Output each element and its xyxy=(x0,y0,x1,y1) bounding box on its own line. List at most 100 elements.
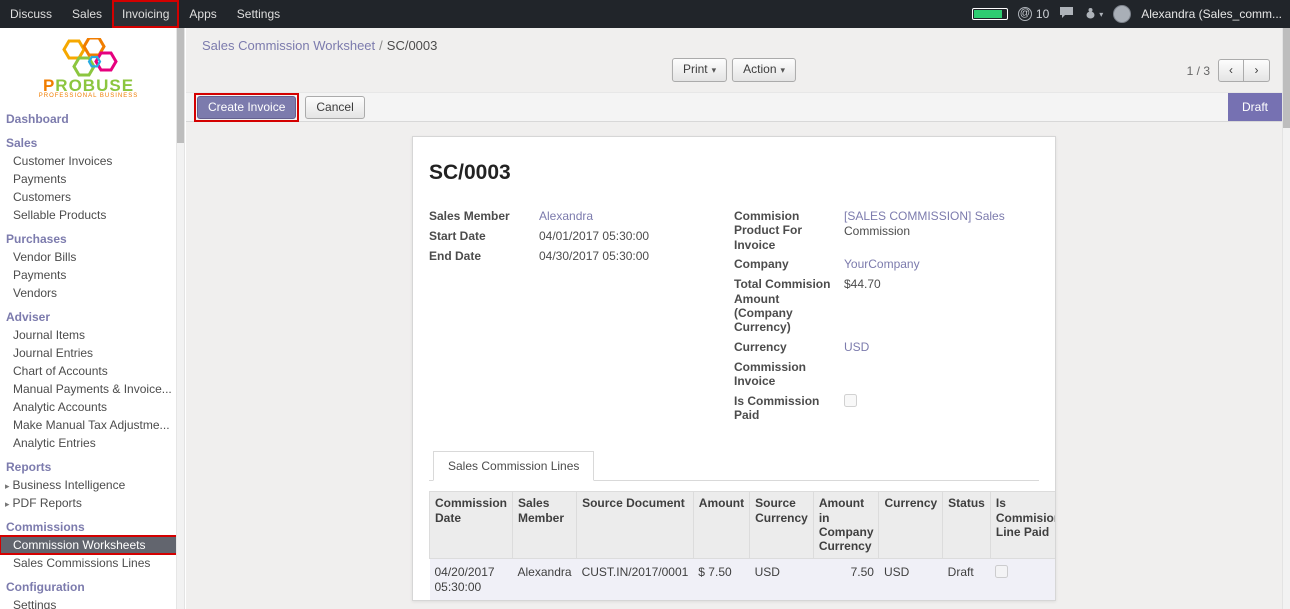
create-invoice-button[interactable]: Create Invoice xyxy=(197,96,296,119)
column-header-status[interactable]: Status xyxy=(943,492,991,559)
sidebar-header-sales[interactable]: Sales xyxy=(0,133,177,152)
sidebar-item-vendor-bills[interactable]: Vendor Bills xyxy=(0,248,177,266)
company-amount-cell: 7.50 xyxy=(813,558,879,601)
is-commission-paid-label: Is Commission Paid xyxy=(734,394,844,423)
sidebar-item-pdf-reports[interactable]: ▸PDF Reports xyxy=(0,494,177,512)
end-date-value: 04/30/2017 05:30:00 xyxy=(539,249,716,264)
column-header-company-amount[interactable]: Amount in Company Currency xyxy=(813,492,879,559)
sidebar-item-label: PDF Reports xyxy=(13,496,82,510)
sidebar-header-reports[interactable]: Reports xyxy=(0,457,177,476)
currency-link[interactable]: USD xyxy=(844,340,869,354)
debug-menu[interactable]: ▾ xyxy=(1084,7,1103,22)
sidebar-item-manual-payments[interactable]: Manual Payments & Invoice... xyxy=(0,380,177,398)
sidebar-item-customer-invoices[interactable]: Customer Invoices xyxy=(0,152,177,170)
start-date-label: Start Date xyxy=(429,229,539,243)
column-header-currency[interactable]: Currency xyxy=(879,492,943,559)
sidebar-item-commission-worksheets[interactable]: Commission Worksheets xyxy=(0,536,177,554)
tab-sales-commission-lines[interactable]: Sales Commission Lines xyxy=(433,451,594,481)
end-date-label: End Date xyxy=(429,249,539,263)
sidebar-item-journal-entries[interactable]: Journal Entries xyxy=(0,344,177,362)
sidebar-section-adviser: Adviser Journal Items Journal Entries Ch… xyxy=(0,307,177,452)
sidebar-item-purchase-payments[interactable]: Payments xyxy=(0,266,177,284)
sidebar-section-dashboard: Dashboard xyxy=(0,109,177,128)
column-header-commission-date[interactable]: Commission Date xyxy=(430,492,513,559)
pager-next-button[interactable]: › xyxy=(1244,59,1270,82)
column-header-source-document[interactable]: Source Document xyxy=(577,492,694,559)
source-document-cell: CUST.IN/2017/0001 xyxy=(577,558,694,601)
print-button[interactable]: Print ▾ xyxy=(672,58,727,82)
field-group: Sales Member Alexandra Start Date 04/01/… xyxy=(429,209,1039,427)
action-label: Action xyxy=(743,62,776,76)
pager-prev-button[interactable]: ‹ xyxy=(1218,59,1244,82)
form-sheet: SC/0003 Sales Member Alexandra Start Dat… xyxy=(412,136,1056,601)
activity-count: 10 xyxy=(1036,7,1049,21)
status-badge[interactable]: Draft xyxy=(1228,93,1282,121)
sidebar-header-dashboard[interactable]: Dashboard xyxy=(0,109,177,128)
column-header-sales-member[interactable]: Sales Member xyxy=(513,492,577,559)
commission-invoice-label: Commission Invoice xyxy=(734,360,844,389)
sidebar-item-analytic-entries[interactable]: Analytic Entries xyxy=(0,434,177,452)
sidebar-item-sellable-products[interactable]: Sellable Products xyxy=(0,206,177,224)
activity-menu[interactable]: @ 10 xyxy=(1018,7,1049,21)
commission-lines-table: Commission Date Sales Member Source Docu… xyxy=(429,491,1056,601)
probuse-logo: PROBUSE PROFESSIONAL BUSINESS xyxy=(0,28,177,104)
sales-member-cell: Alexandra xyxy=(513,558,577,601)
sidebar-item-manual-tax-adjustment[interactable]: Make Manual Tax Adjustme... xyxy=(0,416,177,434)
sidebar-scrollbar-thumb[interactable] xyxy=(177,28,184,143)
column-header-line-paid[interactable]: Is Commision Line Paid xyxy=(990,492,1056,559)
sidebar-item-sales-commissions-lines[interactable]: Sales Commissions Lines xyxy=(0,554,177,572)
cancel-button[interactable]: Cancel xyxy=(305,96,364,119)
sidebar-header-adviser[interactable]: Adviser xyxy=(0,307,177,326)
column-header-source-currency[interactable]: Source Currency xyxy=(750,492,814,559)
pager: 1 / 3 ‹ › xyxy=(1187,59,1270,82)
menu-settings[interactable]: Settings xyxy=(227,0,290,28)
chevron-down-icon: ▾ xyxy=(1099,10,1103,19)
sidebar-item-label: Business Intelligence xyxy=(13,478,126,492)
commission-line-row[interactable]: 04/20/2017 05:30:00 Alexandra CUST.IN/20… xyxy=(430,558,1057,601)
sidebar-scrollbar[interactable] xyxy=(176,28,184,609)
sidebar-header-configuration[interactable]: Configuration xyxy=(0,577,177,596)
record-title: SC/0003 xyxy=(429,161,1039,185)
menu-invoicing[interactable]: Invoicing xyxy=(112,0,179,28)
sidebar-header-commissions[interactable]: Commissions xyxy=(0,517,177,536)
user-name[interactable]: Alexandra (Sales_comm... xyxy=(1141,7,1282,21)
line-paid-checkbox[interactable] xyxy=(995,565,1008,578)
window-scrollbar-thumb[interactable] xyxy=(1283,28,1290,128)
sidebar-item-journal-items[interactable]: Journal Items xyxy=(0,326,177,344)
print-label: Print xyxy=(683,62,708,76)
avatar xyxy=(1113,5,1131,23)
start-date-value: 04/01/2017 05:30:00 xyxy=(539,229,716,244)
sidebar-item-vendors[interactable]: Vendors xyxy=(0,284,177,302)
company-link[interactable]: YourCompany xyxy=(844,257,920,271)
is-commission-paid-checkbox[interactable] xyxy=(844,394,857,407)
sidebar-item-settings[interactable]: Settings xyxy=(0,596,177,609)
sidebar-item-business-intelligence[interactable]: ▸Business Intelligence xyxy=(0,476,177,494)
window-scrollbar[interactable] xyxy=(1282,28,1290,609)
field-group-right: Commision Product For Invoice [SALES COM… xyxy=(734,209,1039,427)
control-panel: Print ▾ Action ▾ 1 / 3 ‹ › xyxy=(186,56,1282,86)
user-menu[interactable] xyxy=(1113,5,1131,23)
sidebar-item-payments[interactable]: Payments xyxy=(0,170,177,188)
sidebar-item-customers[interactable]: Customers xyxy=(0,188,177,206)
sidebar-section-purchases: Purchases Vendor Bills Payments Vendors xyxy=(0,229,177,302)
commission-product-label: Commision Product For Invoice xyxy=(734,209,844,252)
commission-product-link[interactable]: [SALES COMMISSION] Sales xyxy=(844,209,1005,223)
breadcrumb-parent[interactable]: Sales Commission Worksheet xyxy=(202,38,375,53)
total-commission-value: $44.70 xyxy=(844,277,1021,292)
chevron-down-icon: ▾ xyxy=(712,65,717,75)
top-navbar: Discuss Sales Invoicing Apps Settings @ … xyxy=(0,0,1290,28)
menu-discuss[interactable]: Discuss xyxy=(0,0,62,28)
messages-menu[interactable] xyxy=(1059,6,1074,22)
menu-sales[interactable]: Sales xyxy=(62,0,112,28)
sidebar-header-purchases[interactable]: Purchases xyxy=(0,229,177,248)
sidebar-item-chart-of-accounts[interactable]: Chart of Accounts xyxy=(0,362,177,380)
column-header-amount[interactable]: Amount xyxy=(693,492,749,559)
sales-member-link[interactable]: Alexandra xyxy=(539,209,593,223)
menu-apps[interactable]: Apps xyxy=(179,0,226,28)
action-button[interactable]: Action ▾ xyxy=(732,58,796,82)
company-label: Company xyxy=(734,257,844,271)
chevron-down-icon: ▾ xyxy=(781,65,786,75)
logo-text: PROBUSE xyxy=(43,78,134,93)
pager-count: 1 / 3 xyxy=(1187,64,1210,78)
sidebar-item-analytic-accounts[interactable]: Analytic Accounts xyxy=(0,398,177,416)
